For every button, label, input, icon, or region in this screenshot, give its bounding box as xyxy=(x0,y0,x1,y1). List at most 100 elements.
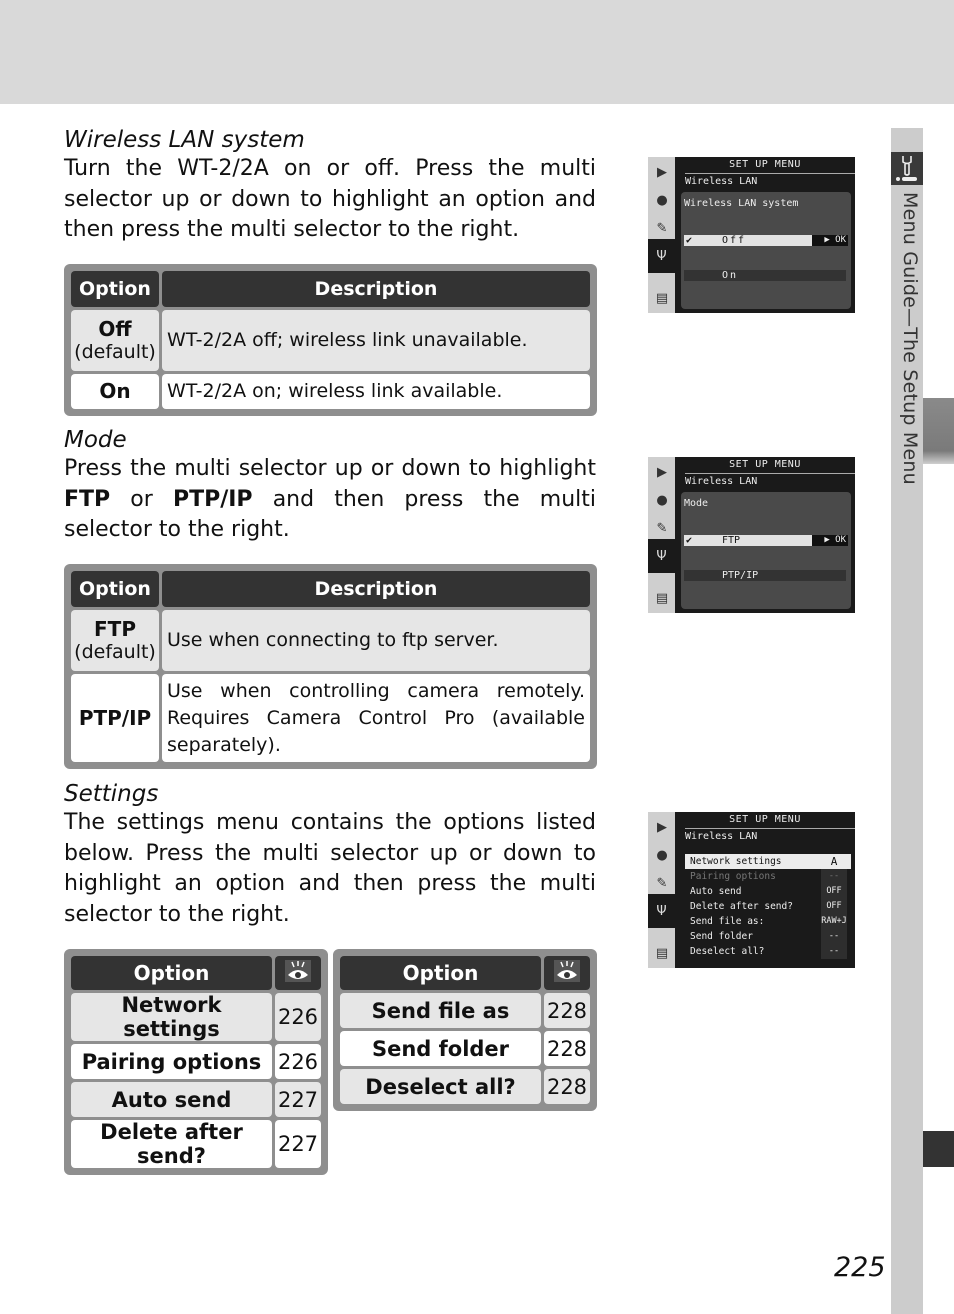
screen-header: SET UP MENU xyxy=(729,459,801,470)
side-section-icon-box xyxy=(891,152,923,185)
menu-rail: ▶ ● ✎ Ψ ▤ xyxy=(648,457,675,613)
option-name: Pairing options xyxy=(71,1044,272,1079)
option-name: Off xyxy=(98,316,132,341)
page-reference: 227 xyxy=(275,1120,321,1168)
eye-icon xyxy=(554,959,580,982)
option-name: Auto send xyxy=(71,1082,272,1117)
screen-subtitle: Wireless LAN xyxy=(685,476,758,487)
side-thumb-tab-dark xyxy=(923,1131,954,1167)
table-row: Send folder 228 xyxy=(340,1031,590,1066)
playback-icon: ▶ xyxy=(657,164,667,180)
checkmark-icon: ✔ xyxy=(686,535,693,546)
item-label: Pairing options xyxy=(690,871,776,882)
table-row: FTP (default) Use when connecting to ftp… xyxy=(71,610,590,671)
option-default-note: (default) xyxy=(74,640,156,663)
header-description: Description xyxy=(162,271,590,307)
table-row: On WT-2/2A on; wireless link available. xyxy=(71,374,590,409)
section-title: Wireless LAN system xyxy=(64,127,305,153)
option-cell: FTP (default) xyxy=(71,610,159,671)
option-value: FTP xyxy=(722,535,741,546)
header-divider xyxy=(685,173,855,174)
settings-table-right: Option Send file as 228 Send folder 228 … xyxy=(333,949,597,1111)
option-name: Delete after send? xyxy=(71,1120,272,1168)
checkmark-icon: ✔ xyxy=(686,235,693,246)
camera-screen-settings: ▶ ● ✎ Ψ ▤ SET UP MENU Wireless LAN Netwo… xyxy=(648,812,855,968)
eye-icon xyxy=(285,959,311,982)
item-label: Network settings xyxy=(690,856,782,867)
item-value: -- xyxy=(821,869,847,884)
option-value: Off xyxy=(722,235,747,246)
side-chapter-label: Menu Guide—The Setup Menu xyxy=(899,192,921,485)
table-row: Network settings 226 xyxy=(71,993,321,1041)
list-item: Send folder -- xyxy=(685,929,851,944)
header-page-reference xyxy=(275,956,321,990)
option-row: PTP/IP xyxy=(684,570,846,581)
menu-rail: ▶ ● ✎ Ψ ▤ xyxy=(648,157,675,313)
option-name: FTP xyxy=(94,616,136,641)
description-cell: WT-2/2A on; wireless link available. xyxy=(162,374,590,409)
section-settings: Settings The settings menu contains the … xyxy=(64,780,596,930)
panel-title: Mode xyxy=(684,498,709,509)
option-name: Send folder xyxy=(340,1031,541,1066)
mode-table: Option Description FTP (default) Use whe… xyxy=(64,564,597,769)
item-label: Delete after send? xyxy=(690,901,793,912)
list-item: Auto send OFF xyxy=(685,884,851,899)
body-text: or xyxy=(110,486,173,512)
table-row: Pairing options 226 xyxy=(71,1044,321,1079)
recent-settings-icon: ▤ xyxy=(655,590,669,606)
option-name: On xyxy=(99,379,131,403)
item-value: RAW+J xyxy=(821,914,847,929)
page-reference: 228 xyxy=(544,993,590,1028)
header-option: Option xyxy=(340,956,541,990)
screen-panel xyxy=(681,192,851,309)
pencil-icon: ✎ xyxy=(656,520,668,536)
header-option: Option xyxy=(71,571,159,607)
description-cell: Use when controlling camera remotely. Re… xyxy=(162,674,590,762)
page-reference: 227 xyxy=(275,1082,321,1117)
list-item: Pairing options -- xyxy=(685,869,851,884)
table-row: Deselect all? 228 xyxy=(340,1069,590,1104)
list-item: Delete after send? OFF xyxy=(685,899,851,914)
camera-icon: ● xyxy=(656,192,668,208)
section-body: The settings menu contains the options l… xyxy=(64,810,596,927)
list-item: Send file as: RAW+J xyxy=(685,914,851,929)
section-title: Mode xyxy=(64,427,127,453)
item-label: Auto send xyxy=(690,886,742,897)
ok-indicator: ▶ OK xyxy=(812,235,848,246)
body-keyword-ftp: FTP xyxy=(64,486,111,512)
recent-settings-icon: ▤ xyxy=(655,290,669,306)
screen-panel xyxy=(681,492,851,609)
top-band xyxy=(0,0,954,104)
screen-subtitle: Wireless LAN xyxy=(685,176,758,187)
section-mode: Mode Press the multi selector up or down… xyxy=(64,426,596,546)
body-text: Press the multi selector up or down to h… xyxy=(64,456,596,481)
settings-table-left: Option Network settings 226 Pairing opti… xyxy=(64,949,328,1175)
wrench-icon xyxy=(896,156,917,181)
table-row: Auto send 227 xyxy=(71,1082,321,1117)
recent-settings-icon: ▤ xyxy=(655,945,669,961)
option-name: Network settings xyxy=(71,993,272,1041)
wrench-icon: Ψ xyxy=(648,894,675,928)
camera-screen-wireless-lan-system: ▶ ● ✎ Ψ ▤ SET UP MENU Wireless LAN Wirel… xyxy=(648,157,855,313)
panel-title: Wireless LAN system xyxy=(684,198,799,209)
item-value: -- xyxy=(821,929,847,944)
page-number: 225 xyxy=(834,1252,886,1283)
option-default-note: (default) xyxy=(74,340,156,363)
side-thumb-tab xyxy=(923,398,954,464)
playback-icon: ▶ xyxy=(657,464,667,480)
pencil-icon: ✎ xyxy=(656,220,668,236)
section-title: Settings xyxy=(64,781,159,807)
section-wireless-lan-system: Wireless LAN system Turn the WT-2/2A on … xyxy=(64,126,596,246)
option-value: PTP/IP xyxy=(722,570,759,581)
screen-header: SET UP MENU xyxy=(729,814,801,825)
selected-option-row: ✔ FTP xyxy=(684,535,812,546)
page-reference: 226 xyxy=(275,1044,321,1079)
option-cell: On xyxy=(71,374,159,409)
pencil-icon: ✎ xyxy=(656,875,668,891)
option-value: On xyxy=(722,270,739,281)
wrench-icon: Ψ xyxy=(648,239,675,273)
item-value: -- xyxy=(821,944,847,959)
item-label: Deselect all? xyxy=(690,946,765,957)
camera-screen-mode: ▶ ● ✎ Ψ ▤ SET UP MENU Wireless LAN Mode … xyxy=(648,457,855,613)
option-name: Deselect all? xyxy=(340,1069,541,1104)
